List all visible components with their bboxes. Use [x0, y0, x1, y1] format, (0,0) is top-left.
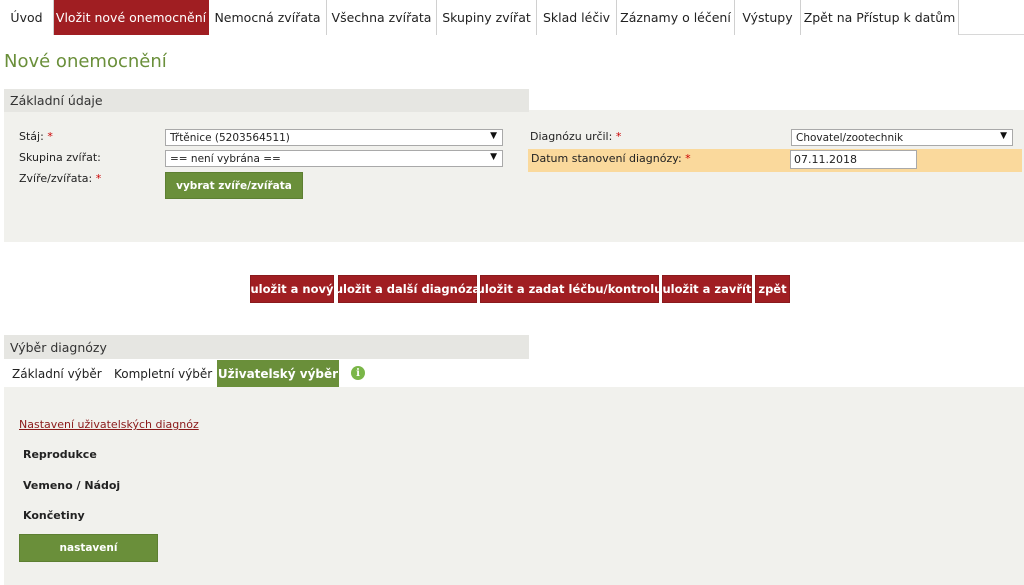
page-title: Nové onemocnění: [4, 51, 167, 72]
chevron-down-icon: ▼: [490, 152, 497, 162]
save-close-button[interactable]: uložit a zavřít: [662, 275, 752, 303]
tab-zpet-na-pristup[interactable]: Zpět na Přístup k datům: [801, 0, 959, 35]
tab-vystupy[interactable]: Výstupy: [735, 0, 801, 35]
group-label: Skupina zvířat:: [19, 151, 101, 164]
diagnosed-by-label: Diagnózu určil: *: [530, 130, 622, 143]
tab-skupiny-zvirat[interactable]: Skupiny zvířat: [437, 0, 537, 35]
back-button[interactable]: zpět: [755, 275, 790, 303]
tab-kompletni-vyber[interactable]: Kompletní výběr: [104, 360, 216, 387]
basic-info-heading: Základní údaje: [4, 89, 529, 112]
tab-uvod[interactable]: Úvod: [0, 0, 54, 35]
tab-sklad-leciv[interactable]: Sklad léčiv: [537, 0, 617, 35]
diagnosis-date-input[interactable]: [790, 150, 917, 169]
top-navigation: Úvod Vložit nové onemocnění Nemocná zvíř…: [0, 0, 1024, 35]
select-animals-button[interactable]: vybrat zvíře/zvířata: [165, 172, 303, 199]
animals-label: Zvíře/zvířata: *: [19, 172, 102, 185]
info-icon[interactable]: i: [351, 366, 365, 380]
save-treatment-button[interactable]: uložit a zadat léčbu/kontrolu: [477, 275, 662, 303]
diagnosis-item-koncetiny[interactable]: Končetiny: [23, 509, 85, 522]
tab-uzivatelsky-vyber[interactable]: Uživatelský výběr: [217, 360, 339, 387]
stable-select[interactable]: Třtěnice (5203564511) ▼: [165, 129, 503, 146]
settings-button[interactable]: nastavení: [19, 534, 158, 562]
chevron-down-icon: ▼: [490, 131, 497, 141]
diagnosis-item-reprodukce[interactable]: Reprodukce: [23, 448, 97, 461]
diagnosis-item-vemeno[interactable]: Vemeno / Nádoj: [23, 479, 120, 492]
stable-label: Stáj: *: [19, 130, 53, 143]
diagnosis-heading: Výběr diagnózy: [4, 335, 529, 359]
tab-zakladni-vyber[interactable]: Základní výběr: [4, 360, 102, 387]
save-new-button[interactable]: uložit a nový: [250, 275, 334, 303]
user-diagnoses-settings-link[interactable]: Nastavení uživatelských diagnóz: [19, 418, 199, 431]
tab-zaznamy-o-leceni[interactable]: Záznamy o léčení: [617, 0, 735, 35]
group-select[interactable]: == není vybrána == ▼: [165, 150, 503, 167]
tab-vsechna-zvirata[interactable]: Všechna zvířata: [327, 0, 437, 35]
save-next-diagnosis-button[interactable]: uložit a další diagnóza: [335, 275, 480, 303]
tab-vlozit-nove-onemocneni[interactable]: Vložit nové onemocnění: [54, 0, 209, 35]
diagnosed-by-select[interactable]: Chovatel/zootechnik ▼: [791, 129, 1013, 146]
diagnosis-date-label: Datum stanovení diagnózy: *: [531, 152, 691, 165]
chevron-down-icon: ▼: [1000, 131, 1007, 141]
tab-nemocna-zvirata[interactable]: Nemocná zvířata: [209, 0, 327, 35]
